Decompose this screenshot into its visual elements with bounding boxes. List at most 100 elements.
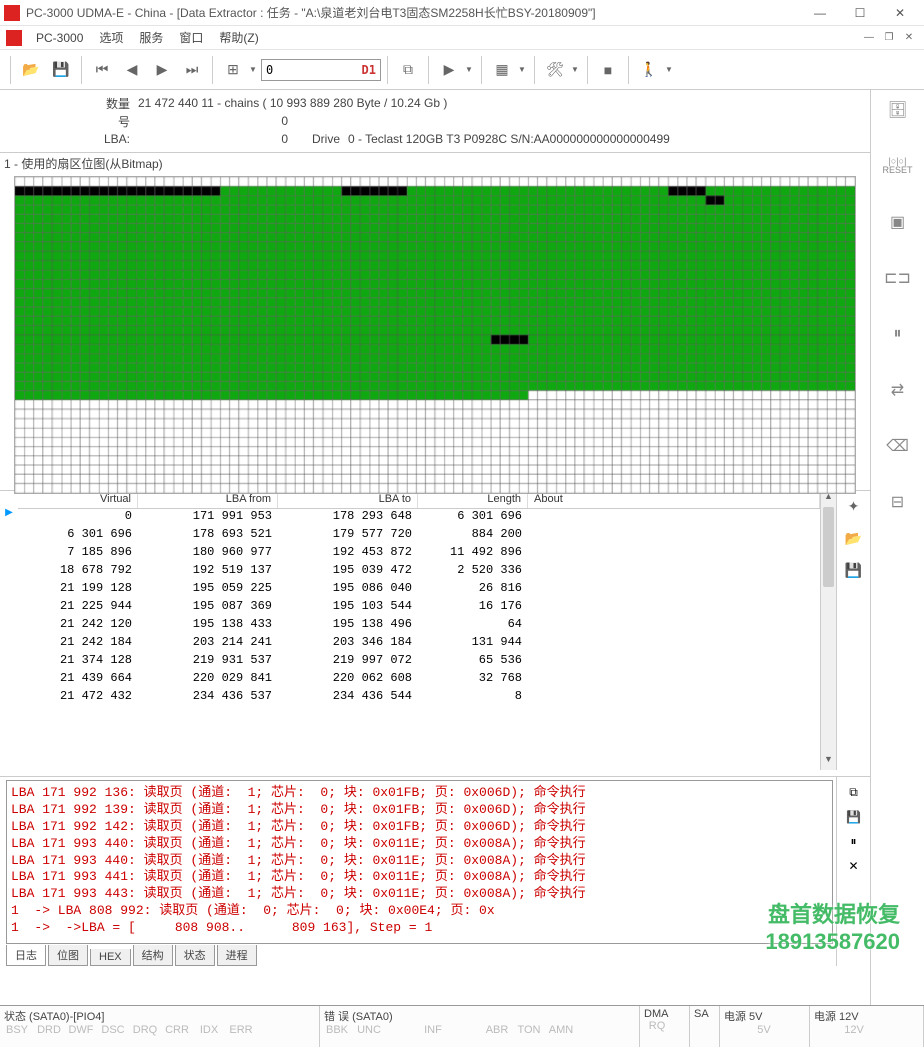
sector-bitmap[interactable] [14,176,856,494]
state-cell: BSY [4,1024,30,1036]
row-marker-icon: ▶ [5,507,13,518]
copy-icon[interactable]: ⧉ [394,56,422,84]
menu-help[interactable]: 帮助(Z) [211,29,266,46]
exit-icon[interactable]: 🚶 [635,56,663,84]
tools-icon[interactable]: 🛠 [541,56,569,84]
position-value: 0 [266,63,362,77]
lba-label: LBA: [8,132,138,146]
error-cell: ABR [484,1024,510,1036]
position-input[interactable]: 0 D1 [261,59,381,81]
table-row[interactable]: 7 185 896180 960 977192 453 87211 492 89… [18,545,820,563]
open-icon[interactable]: 📂 [17,56,45,84]
error-cell: TON [516,1024,542,1036]
state-label: 状态 (SATA0)-[PIO4] [4,1008,315,1024]
exit-dropdown-icon[interactable]: ▼ [665,65,675,74]
log-pause-icon[interactable]: ⏸ [850,834,856,849]
pause-icon[interactable]: ⏸ [882,318,914,350]
mdi-minimize-icon[interactable]: — [860,30,878,46]
log-side-toolbar: ⧉ 💾 ⏸ ✕ [836,777,870,966]
save-file-icon[interactable]: 💾 [843,559,865,581]
drive-label: Drive [288,132,348,146]
mdi-close-icon[interactable]: ✕ [900,30,918,46]
status-bar: 状态 (SATA0)-[PIO4] BSYDRDDWFDSCDRQCRRIDXE… [0,1005,924,1047]
tab-bitmap[interactable]: 位图 [48,945,88,966]
dma-label: DMA [644,1008,685,1020]
table-row[interactable]: 21 374 128219 931 537219 997 07265 536 [18,653,820,671]
count-label: 数量 [8,95,138,112]
table-scrollbar[interactable]: ▲ ▼ [820,491,836,770]
table-row[interactable]: 21 472 432234 436 537234 436 5448 [18,689,820,707]
log-clear-icon[interactable]: ✕ [848,859,858,873]
error-cell: INF [420,1024,446,1036]
maximize-button[interactable]: ☐ [840,1,880,25]
scroll-down-icon[interactable]: ▼ [821,754,836,770]
error-cell [388,1024,414,1036]
table-row[interactable]: 21 242 184203 214 241203 346 184131 944 [18,635,820,653]
info-panel: 数量 21 472 440 11 - chains ( 10 993 889 2… [0,90,870,153]
open-file-icon[interactable]: 📂 [843,527,865,549]
count-value: 21 472 440 11 - chains ( 10 993 889 280 … [138,96,862,110]
menu-options[interactable]: 选项 [91,29,131,46]
reset-icon[interactable]: |○|○|RESET [882,150,914,182]
log-save-icon[interactable]: 💾 [846,810,861,824]
right-rail: 🗄 |○|○|RESET ▣ ⊏⊐ ⏸ ⇄ ⌫ ⊟ [870,90,924,1038]
table-row[interactable]: 21 225 944195 087 369195 103 54416 176 [18,599,820,617]
log-copy-icon[interactable]: ⧉ [849,785,858,800]
table-row[interactable]: 21 242 120195 138 433195 138 49664 [18,617,820,635]
next-icon[interactable]: ▶ [148,56,176,84]
close-button[interactable]: ✕ [880,1,920,25]
bitmap-panel [0,174,870,490]
save-icon[interactable]: 💾 [47,56,75,84]
table-body[interactable]: 0171 991 953178 293 6486 301 6966 301 69… [18,509,820,707]
state-cell: DRD [36,1024,62,1036]
error-cell: BBK [324,1024,350,1036]
prev-icon[interactable]: ◀ [118,56,146,84]
tab-status[interactable]: 状态 [175,945,215,966]
window-title: PC-3000 UDMA-E - China - [Data Extractor… [26,4,800,21]
power5-label: 电源 5V [724,1008,805,1024]
connector-icon[interactable]: ⊏⊐ [882,262,914,294]
delete-icon[interactable]: ⌫ [882,430,914,462]
tab-structure[interactable]: 结构 [133,945,173,966]
mdi-restore-icon[interactable]: ❐ [880,30,898,46]
new-icon[interactable]: ✦ [843,495,865,517]
menu-services[interactable]: 服务 [131,29,171,46]
table-row[interactable]: 6 301 696178 693 521179 577 720884 200 [18,527,820,545]
minimize-button[interactable]: — [800,1,840,25]
chip-icon[interactable]: ▣ [882,206,914,238]
tab-hex[interactable]: HEX [90,949,131,966]
last-icon[interactable]: ⏭ [178,56,206,84]
menu-window[interactable]: 窗口 [171,29,211,46]
state-cell: CRR [164,1024,190,1036]
state-cell: ERR [228,1024,254,1036]
grid-dropdown-icon[interactable]: ▼ [249,65,259,74]
state-cell: DSC [100,1024,126,1036]
table-row[interactable]: 0171 991 953178 293 6486 301 696 [18,509,820,527]
table-side-toolbar: ✦ 📂 💾 [836,491,870,770]
table-row[interactable]: 21 439 664220 029 841220 062 60832 768 [18,671,820,689]
grid-small-icon[interactable]: ⊞ [219,56,247,84]
stop-icon[interactable]: ■ [594,56,622,84]
disk-icon[interactable]: 🗄 [882,94,914,126]
grid-view-dropdown-icon[interactable]: ▼ [518,65,528,74]
error-cell: UNC [356,1024,382,1036]
link-icon[interactable]: ⇄ [882,374,914,406]
state-cell: DWF [68,1024,94,1036]
error-cell: AMN [548,1024,574,1036]
power5-value: 5V [724,1024,804,1036]
first-icon[interactable]: ⏮ [88,56,116,84]
table-row[interactable]: 18 678 792192 519 137195 039 4722 520 33… [18,563,820,581]
tab-log[interactable]: 日志 [6,945,46,966]
drive-value: 0 - Teclast 120GB T3 P0928C S/N:AA000000… [348,132,862,146]
play-icon[interactable]: ▶ [435,56,463,84]
log-output[interactable]: LBA 171 992 136: 读取页 (通道: 1; 芯片: 0; 块: 0… [6,780,833,944]
play-dropdown-icon[interactable]: ▼ [465,65,475,74]
usb-icon[interactable]: ⊟ [882,486,914,518]
power12-label: 电源 12V [814,1008,919,1024]
grid-view-icon[interactable]: ▦ [488,56,516,84]
tools-dropdown-icon[interactable]: ▼ [571,65,581,74]
sa-label: SA [694,1008,715,1020]
table-row[interactable]: 21 199 128195 059 225195 086 04026 816 [18,581,820,599]
tab-process[interactable]: 进程 [217,945,257,966]
scroll-thumb[interactable] [823,507,834,587]
